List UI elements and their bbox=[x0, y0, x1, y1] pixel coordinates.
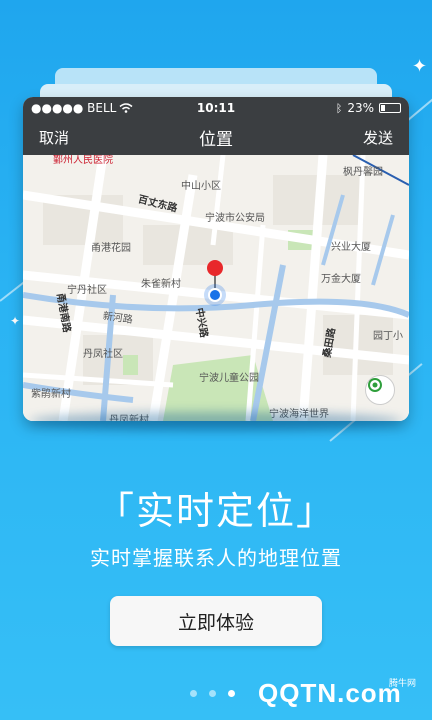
map-label: 万金大厦 bbox=[321, 274, 361, 285]
locate-me-button[interactable] bbox=[365, 375, 395, 405]
status-bar: ●●●●● BELL 10:11 ᛒ 23% bbox=[23, 97, 409, 119]
sparkle-icon: ✦ bbox=[412, 56, 428, 77]
status-time: 10:11 bbox=[196, 101, 236, 115]
feature-title: 「实时定位」 bbox=[95, 489, 336, 533]
map-view[interactable]: 鄞州人民医院 中山小区 百丈东路 宁波市公安局 甬港花园 兴业大厦 宁丹社区 朱… bbox=[23, 155, 409, 421]
map-label: 宁波儿童公园 bbox=[199, 373, 259, 384]
map-label: 鄞州人民医院 bbox=[53, 155, 113, 166]
map-label: 宁丹社区 bbox=[67, 285, 107, 296]
try-now-button[interactable]: 立即体验 bbox=[110, 596, 322, 646]
watermark: QQTN.com 腾牛网 bbox=[258, 670, 428, 716]
map-label: 丹凤社区 bbox=[83, 349, 123, 360]
page-dot bbox=[209, 690, 216, 697]
feature-subtitle: 实时掌握联系人的地理位置 bbox=[90, 546, 342, 570]
page-title: 位置 bbox=[199, 129, 233, 150]
phone-shadow bbox=[30, 412, 402, 430]
map-label: 朱雀新村 bbox=[141, 279, 181, 290]
page-dot-active bbox=[228, 690, 235, 697]
map-label: 甬港花园 bbox=[91, 243, 131, 254]
phone-preview: ●●●●● BELL 10:11 ᛒ 23% 取消 位置 发送 鄞州人民医院 中… bbox=[23, 97, 409, 421]
page-indicator bbox=[190, 690, 235, 697]
battery-icon bbox=[379, 103, 401, 113]
watermark-logo: QQTN.com bbox=[258, 677, 402, 708]
watermark-small: 腾牛网 bbox=[388, 679, 416, 689]
nav-bar: 取消 位置 发送 bbox=[23, 119, 409, 155]
page-dot bbox=[190, 690, 197, 697]
map-label: 园丁小 bbox=[373, 331, 403, 342]
map-label: 中山小区 bbox=[181, 181, 221, 192]
locate-icon bbox=[368, 378, 382, 392]
map-label: 宁波市公安局 bbox=[205, 213, 265, 224]
map-label: 枫丹馨园 bbox=[343, 167, 383, 178]
sparkle-icon: ✦ bbox=[10, 314, 21, 328]
map-label: 紫鹃新村 bbox=[31, 389, 71, 400]
map-label: 兴业大厦 bbox=[331, 242, 371, 253]
